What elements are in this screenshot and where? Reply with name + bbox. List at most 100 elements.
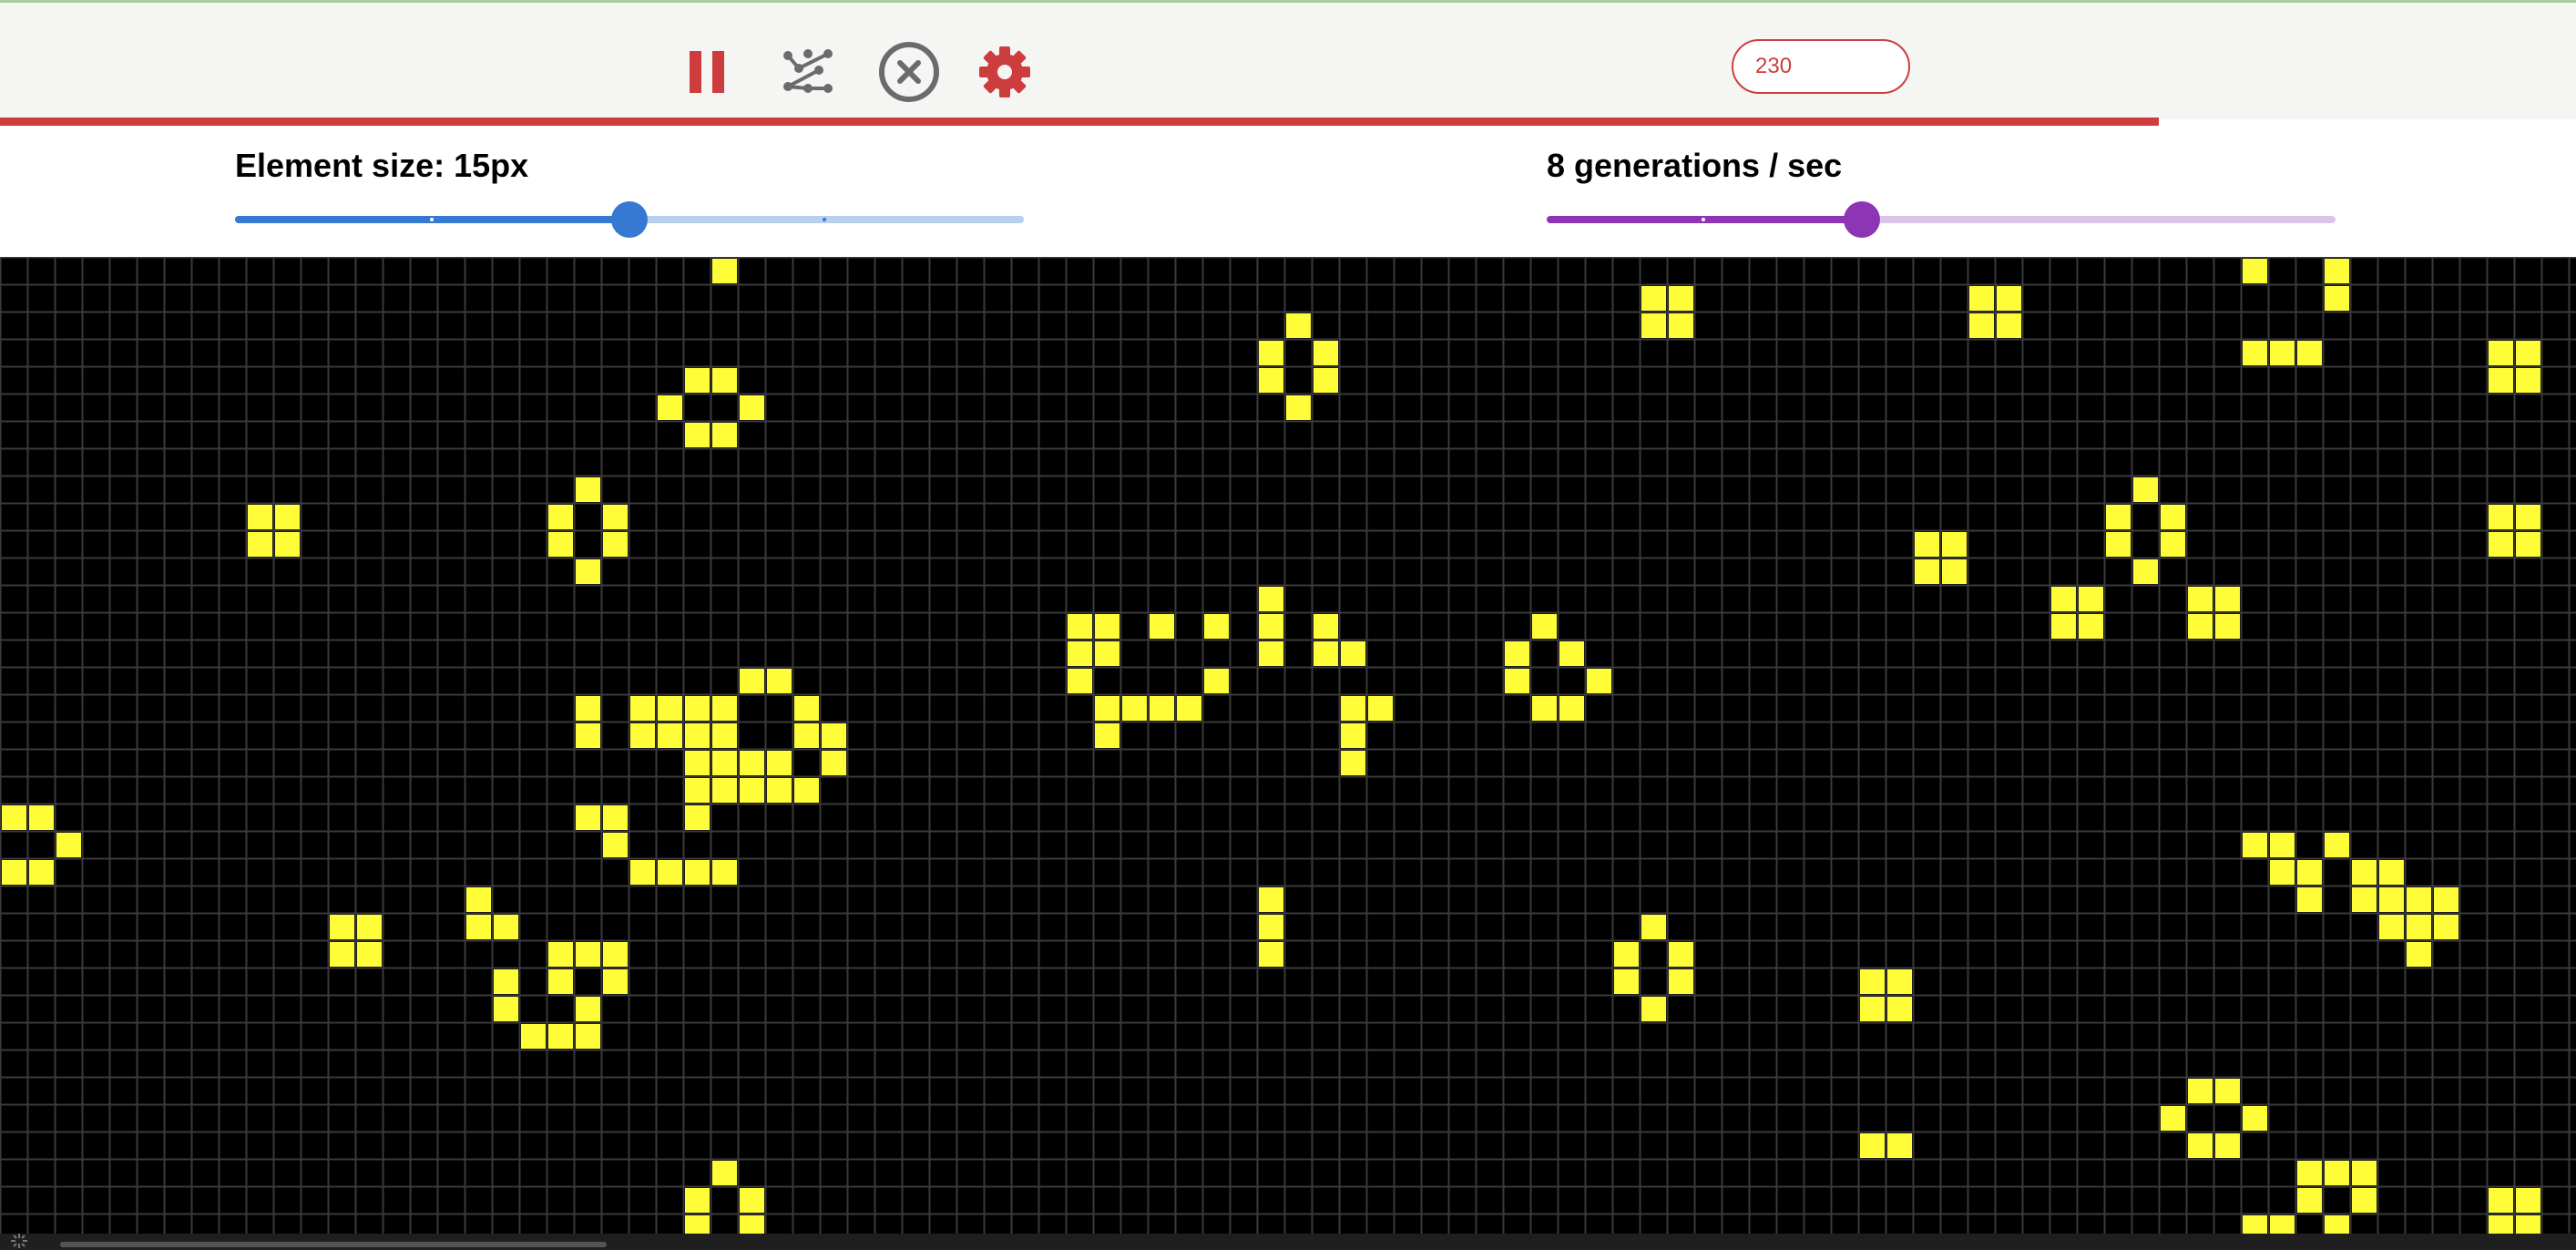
live-cell[interactable] [2297,887,2322,912]
live-cell[interactable] [1669,313,1693,338]
live-cell[interactable] [1860,969,1885,994]
live-cell[interactable] [1669,942,1693,967]
live-cell[interactable] [712,778,737,803]
live-cell[interactable] [2407,887,2431,912]
live-cell[interactable] [658,723,682,748]
live-cell[interactable] [685,1188,710,1213]
live-cell[interactable] [2215,1079,2240,1103]
live-cell[interactable] [357,915,382,939]
live-cell[interactable] [2243,1215,2267,1234]
live-cell[interactable] [712,1161,737,1185]
randomize-button[interactable] [775,39,841,105]
live-cell[interactable] [1122,696,1147,721]
live-cell[interactable] [576,723,600,748]
live-cell[interactable] [2407,915,2431,939]
live-cell[interactable] [2489,505,2513,529]
live-cell[interactable] [2270,833,2295,857]
live-cell[interactable] [2188,614,2213,639]
live-cell[interactable] [685,368,710,393]
live-cell[interactable] [603,505,628,529]
live-cell[interactable] [1095,723,1119,748]
live-cell[interactable] [1915,532,1939,557]
live-cell[interactable] [2434,915,2458,939]
live-cell[interactable] [603,532,628,557]
live-cell[interactable] [1942,532,1967,557]
live-cell[interactable] [330,915,354,939]
live-cell[interactable] [2297,1161,2322,1185]
live-cell[interactable] [794,696,819,721]
live-cell[interactable] [1641,997,1666,1021]
live-cell[interactable] [712,696,737,721]
live-cell[interactable] [822,751,846,775]
live-cell[interactable] [1587,669,1611,693]
live-cell[interactable] [1915,559,1939,584]
live-cell[interactable] [1259,368,1283,393]
live-cell[interactable] [2051,587,2076,611]
live-cell[interactable] [2489,1215,2513,1234]
live-cell[interactable] [1314,341,1338,365]
live-cell[interactable] [1204,669,1229,693]
live-cell[interactable] [1341,751,1365,775]
live-cell[interactable] [2352,1188,2377,1213]
live-cell[interactable] [2188,1079,2213,1103]
live-cell[interactable] [1341,641,1365,666]
live-cell[interactable] [2489,1188,2513,1213]
live-cell[interactable] [466,915,491,939]
live-cell[interactable] [1942,559,1967,584]
live-cell[interactable] [1204,614,1229,639]
live-cell[interactable] [685,751,710,775]
live-cell[interactable] [658,395,682,420]
live-cell[interactable] [2270,860,2295,885]
live-cell[interactable] [1286,313,1311,338]
live-cell[interactable] [1259,614,1283,639]
live-cell[interactable] [2051,614,2076,639]
live-cell[interactable] [2325,1215,2349,1234]
live-cell[interactable] [1860,997,1885,1021]
live-cell[interactable] [1532,696,1557,721]
live-cell[interactable] [1969,313,1994,338]
live-cell[interactable] [1641,286,1666,311]
live-cell[interactable] [2352,1161,2377,1185]
live-cell[interactable] [685,778,710,803]
live-cell[interactable] [2161,532,2185,557]
live-cell[interactable] [2133,559,2158,584]
live-cell[interactable] [576,559,600,584]
live-cell[interactable] [658,696,682,721]
live-cell[interactable] [2079,614,2103,639]
live-cell[interactable] [275,532,300,557]
live-cell[interactable] [2407,942,2431,967]
speed-thumb[interactable] [1844,201,1881,238]
live-cell[interactable] [2243,259,2267,283]
live-cell[interactable] [1259,887,1283,912]
live-cell[interactable] [1641,915,1666,939]
live-cell[interactable] [2516,1215,2540,1234]
live-cell[interactable] [1997,286,2021,311]
live-cell[interactable] [1505,641,1529,666]
live-cell[interactable] [2243,1106,2267,1131]
live-cell[interactable] [548,969,573,994]
live-cell[interactable] [1314,641,1338,666]
live-cell[interactable] [576,696,600,721]
live-cell[interactable] [1259,942,1283,967]
live-cell[interactable] [1068,669,1092,693]
pause-button[interactable] [674,39,740,105]
live-cell[interactable] [1150,696,1174,721]
live-cell[interactable] [2161,1106,2185,1131]
live-cell[interactable] [2516,1188,2540,1213]
live-cell[interactable] [2106,532,2131,557]
live-cell[interactable] [740,395,764,420]
live-cell[interactable] [2379,887,2404,912]
live-cell[interactable] [712,860,737,885]
live-cell[interactable] [685,723,710,748]
live-cell[interactable] [603,942,628,967]
live-cell[interactable] [740,751,764,775]
live-cell[interactable] [2106,505,2131,529]
live-cell[interactable] [2297,860,2322,885]
live-cell[interactable] [2133,477,2158,502]
live-cell[interactable] [2434,887,2458,912]
live-cell[interactable] [2516,532,2540,557]
live-cell[interactable] [2,860,26,885]
live-cell[interactable] [685,423,710,447]
live-cell[interactable] [494,969,518,994]
live-cell[interactable] [1641,313,1666,338]
